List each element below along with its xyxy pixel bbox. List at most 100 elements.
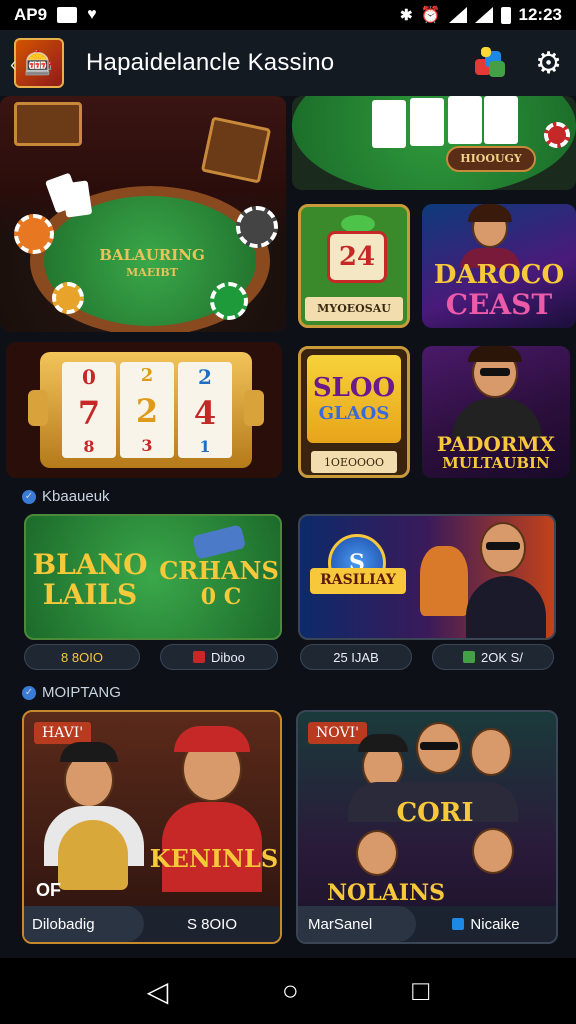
card-left-title: KENINLS xyxy=(149,844,279,873)
reel-symbol: 0 xyxy=(82,364,96,389)
heart-notification-icon: ♥ xyxy=(87,6,97,23)
info-pill-2[interactable]: Diboo xyxy=(160,644,278,670)
character-face-icon xyxy=(470,728,512,776)
reel-symbol: 3 xyxy=(141,436,153,455)
fox-mascot-icon xyxy=(420,546,468,616)
status-carrier: AP9 xyxy=(14,5,48,24)
tile-sloo-line2: GLAOS xyxy=(318,403,390,424)
sloo-button[interactable]: 1OEOOOO xyxy=(311,451,397,473)
chip-icon xyxy=(52,282,84,314)
reel-symbol: 2 xyxy=(135,392,159,430)
sloo-button-label: 1OEOOOO xyxy=(323,455,385,469)
info-pill-1[interactable]: 8 8OIO xyxy=(24,644,140,670)
pill-2-label: Diboo xyxy=(211,649,245,665)
reel-symbol: 7 xyxy=(77,393,101,432)
tile-blano-game[interactable]: BLANO LAILS CRHANS 0 C xyxy=(24,514,282,640)
section-1-title: Kbaaueuk xyxy=(42,488,110,505)
cannon-icon xyxy=(191,524,247,560)
card-left-bar[interactable]: Dilobadig S 8OIO xyxy=(24,906,280,942)
card-cori[interactable]: NOVI' CORI NOLAINS MarSanel Nicaike xyxy=(296,710,558,944)
section-2-header: ✓ MOIPTANG xyxy=(22,684,121,701)
info-pill-3[interactable]: 25 IJAB xyxy=(300,644,412,670)
gift-icon xyxy=(193,651,206,663)
tile-padormx-line1: PADORMX xyxy=(436,432,556,456)
chip-icon xyxy=(14,214,54,254)
slot-cabinet-right-icon xyxy=(200,116,272,184)
sunglasses-icon xyxy=(480,368,510,376)
sunglasses-icon xyxy=(420,742,458,750)
blano-line2: LAILS xyxy=(42,578,138,611)
slot-cabinet-left-icon xyxy=(14,102,82,146)
chip-icon xyxy=(544,122,570,148)
card-right-bar-left[interactable]: MarSanel xyxy=(298,906,416,942)
app-tile-icon xyxy=(452,918,465,930)
slot-reel-3: 2 4 1 xyxy=(178,362,232,458)
tile-poker-table[interactable]: BALAURING MAEIBT xyxy=(0,96,286,332)
info-pill-4[interactable]: 2OK S/ xyxy=(432,644,554,670)
chip-icon xyxy=(210,282,248,320)
tile-poker-sublabel: MAEIBT xyxy=(126,266,178,279)
character-hair xyxy=(468,346,522,362)
settings-gear-icon[interactable]: ⚙ xyxy=(535,46,562,81)
character-suit xyxy=(466,576,546,638)
card-right-bar[interactable]: MarSanel Nicaike xyxy=(298,906,556,942)
status-time: 12:23 xyxy=(518,5,562,24)
check-badge-icon: ✓ xyxy=(22,685,36,700)
app-logo[interactable]: ‹ 🎰 xyxy=(10,38,64,88)
tile-daroco-line2: CEAST xyxy=(445,288,553,321)
slot-reel-1: 0 7 8 xyxy=(62,362,116,458)
section-1-header: ✓ Kbaaueuk xyxy=(22,488,110,505)
app-title: Hapaidelancle Kassino xyxy=(86,49,335,76)
reel-symbol: 8 xyxy=(83,436,95,456)
reel-symbol: 2 xyxy=(140,365,154,386)
pill-3-label: 25 IJAB xyxy=(333,649,379,665)
blano-line3: CRHANS xyxy=(159,556,279,585)
slot-lever-left-icon xyxy=(28,390,48,426)
cards-icon xyxy=(61,180,93,218)
pill-4-label: 2OK S/ xyxy=(481,649,523,665)
content-scroll[interactable]: BALAURING MAEIBT HIOOUGY 24 MYOEOSAU DAR… xyxy=(0,96,576,958)
nav-back-icon[interactable]: ◁ xyxy=(147,975,169,1008)
tile-blackjack[interactable]: HIOOUGY xyxy=(292,96,576,190)
tile-rasiliay-game[interactable]: S RASILIAY xyxy=(298,514,556,640)
card-icon xyxy=(372,100,406,148)
status-bar: AP9 ♥ ✱ ⏰ 12:23 xyxy=(0,0,576,30)
tile-card24[interactable]: 24 MYOEOSAU xyxy=(298,204,410,328)
card-right-bar-right-label: Nicaike xyxy=(470,915,520,933)
tile-poker-label: BALAURING xyxy=(99,246,205,264)
character-hair xyxy=(468,204,512,222)
card-keninls[interactable]: HAVI' KENINLS OF Dilobadig S 8OIO xyxy=(22,710,282,944)
chip-icon xyxy=(236,206,278,248)
back-chevron-icon[interactable]: ‹ xyxy=(10,54,17,77)
blano-line4: 0 C xyxy=(200,584,242,610)
character-face-icon xyxy=(356,830,398,876)
reel-symbol: 2 xyxy=(198,364,212,389)
tile-sloo[interactable]: SLOO GLAOS 1OEOOOO xyxy=(298,346,410,478)
tile-sloo-line1: SLOO xyxy=(312,373,396,403)
card-24-number: 24 xyxy=(338,242,376,272)
tile-padormx[interactable]: PADORMX MULTAUBIN xyxy=(422,346,570,478)
tile-daroco[interactable]: DAROCO CEAST xyxy=(422,204,576,328)
nfc-icon: ✱ xyxy=(400,7,413,24)
wifi-signal-icon xyxy=(448,7,467,23)
gift-icon xyxy=(463,651,476,663)
reel-symbol: 4 xyxy=(193,393,217,432)
card-left-badge: OF xyxy=(36,880,61,900)
nav-home-icon[interactable]: ○ xyxy=(282,975,299,1007)
card-icon xyxy=(484,96,518,144)
card-tag: HAVI' xyxy=(34,722,92,744)
nav-recents-icon[interactable]: □ xyxy=(412,975,429,1007)
app-bar: ‹ 🎰 Hapaidelancle Kassino ⚙ xyxy=(0,30,576,96)
card-right-title2: NOLAINS xyxy=(326,880,446,906)
tile-blackjack-label: HIOOUGY xyxy=(460,152,522,165)
brand-badge-icon[interactable] xyxy=(475,47,507,79)
card-left-bar-left[interactable]: Dilobadig xyxy=(24,906,144,942)
blano-line1: BLANO xyxy=(32,548,148,581)
card-icon xyxy=(448,96,482,144)
tile-slot-machine[interactable]: 0 7 8 2 2 3 2 4 1 xyxy=(6,342,282,478)
character-hair xyxy=(58,820,128,890)
avatar-icon: 🎰 xyxy=(24,49,54,77)
tile-card24-label: MYOEOSAU xyxy=(317,302,391,315)
battery-icon xyxy=(500,6,511,24)
card-right-title1: CORI xyxy=(396,798,474,828)
